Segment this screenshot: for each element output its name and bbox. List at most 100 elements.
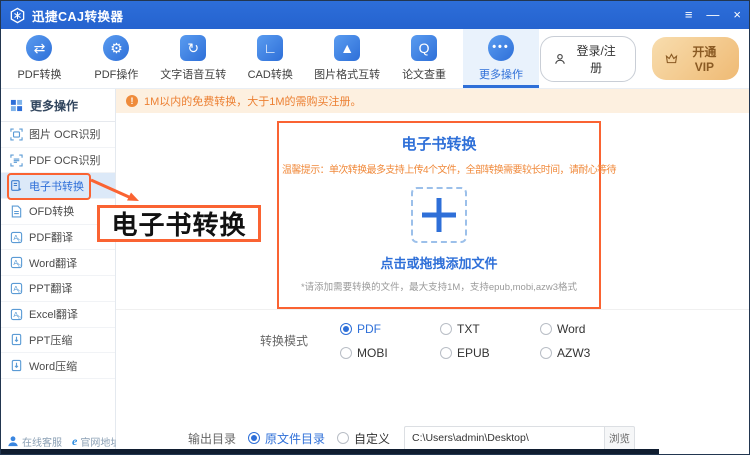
add-file-dropzone[interactable] [411, 187, 467, 243]
radio-label: EPUB [457, 346, 490, 360]
sidebar-item-word-translate[interactable]: Ab Word翻译 [1, 250, 115, 276]
toolbar-item-label: PDF操作 [94, 66, 138, 82]
radio-label: TXT [457, 322, 480, 336]
website-e-icon: e [72, 434, 77, 449]
radio-label: Word [557, 322, 585, 336]
toolbar-item-label: 图片格式互转 [314, 66, 380, 82]
radio-label: 自定义 [354, 430, 390, 447]
pdf-operations-icon: ⚙ [103, 35, 129, 61]
toolbar-item-pdf-operations[interactable]: ⚙ PDF操作 [78, 29, 155, 88]
panel-tip: 温馨提示：单次转换最多支持上传4个文件，全部转换需要较长时间，请耐心等待 [279, 161, 599, 176]
toolbar-item-pdf-convert[interactable]: ⇄ PDF转换 [1, 29, 78, 88]
titlebar: 迅捷CAJ转换器 ≡ — × [1, 1, 749, 29]
svg-text:b: b [18, 314, 21, 319]
sidebar-item-label: OFD转换 [29, 203, 74, 219]
radio-pdf[interactable]: PDF [340, 317, 440, 341]
app-logo-icon [9, 7, 26, 24]
annotation-callout: 电子书转换 [97, 205, 261, 242]
sidebar-item-label: PPT压缩 [29, 332, 72, 348]
paper-check-icon: Q [411, 35, 437, 61]
toolbar-item-text-speech[interactable]: ↻ 文字语音互转 [155, 29, 232, 88]
convert-mode-options: PDF TXT Word MOBI EPUB [340, 317, 640, 365]
radio-azw3[interactable]: AZW3 [540, 341, 640, 365]
official-website-link[interactable]: e 官网地址 [72, 434, 120, 449]
toolbar-item-more-operations[interactable]: ••• 更多操作 [463, 29, 540, 88]
ebook-convert-panel: 电子书转换 温馨提示：单次转换最多支持上传4个文件，全部转换需要较长时间，请耐心… [277, 121, 601, 309]
minimize-icon[interactable]: — [706, 7, 719, 23]
upload-hint[interactable]: 点击或拖拽添加文件 [279, 253, 599, 272]
annotation-highlight-box [7, 173, 91, 200]
compress-icon [10, 333, 23, 346]
open-vip-label: 开通VIP [683, 43, 726, 74]
sidebar-item-pdf-ocr[interactable]: PDF OCR识别 [1, 148, 115, 174]
radio-epub[interactable]: EPUB [440, 341, 540, 365]
toolbar-item-image-format[interactable]: ▲ 图片格式互转 [309, 29, 386, 88]
sidebar-item-ppt-translate[interactable]: Ab PPT翻译 [1, 276, 115, 302]
radio-custom-directory[interactable]: 自定义 [337, 430, 390, 447]
translate-icon: Ab [10, 256, 23, 269]
pdf-convert-icon: ⇄ [26, 35, 52, 61]
radio-icon [440, 347, 452, 359]
sidebar-item-label: Excel翻译 [29, 306, 78, 322]
toolbar-item-label: 文字语音互转 [160, 66, 226, 82]
sidebar-item-label: PDF翻译 [29, 229, 73, 245]
login-register-label: 登录/注册 [570, 42, 621, 76]
toolbar-item-paper-check[interactable]: Q 论文查重 [386, 29, 463, 88]
annotation-arrow-icon [87, 175, 147, 209]
sidebar-header-label: 更多操作 [30, 97, 78, 114]
radio-icon [440, 323, 452, 335]
radio-txt[interactable]: TXT [440, 317, 540, 341]
sidebar-item-excel-translate[interactable]: Ab Excel翻译 [1, 302, 115, 328]
compress-icon [10, 359, 23, 372]
ofd-doc-icon [10, 205, 23, 218]
sidebar-item-word-compress[interactable]: Word压缩 [1, 353, 115, 379]
open-vip-button[interactable]: 开通VIP [652, 37, 739, 80]
sidebar-header: 更多操作 [1, 89, 115, 122]
translate-icon: Ab [10, 231, 23, 244]
radio-icon [248, 432, 260, 444]
radio-label: PDF [357, 322, 381, 336]
warning-icon: ! [126, 95, 138, 107]
main-content: ! 1M以内的免费转换，大于1M的需购买注册。 电子书转换 温馨提示：单次转换最… [116, 89, 749, 455]
radio-mobi[interactable]: MOBI [340, 341, 440, 365]
crown-icon [665, 53, 678, 64]
official-website-label: 官网地址 [80, 434, 120, 449]
window-bottom-edge [1, 449, 659, 454]
radio-label: AZW3 [557, 346, 590, 360]
toolbar-item-cad-convert[interactable]: ∟ CAD转换 [232, 29, 309, 88]
sidebar-item-image-ocr[interactable]: 图片 OCR识别 [1, 122, 115, 148]
scan-image-icon [10, 128, 23, 141]
notice-text: 1M以内的免费转换，大于1M的需购买注册。 [144, 93, 362, 109]
svg-text:b: b [18, 237, 21, 242]
toolbar-item-label: CAD转换 [248, 66, 293, 82]
radio-icon [337, 432, 349, 444]
svg-text:b: b [18, 263, 21, 268]
translate-icon: Ab [10, 282, 23, 295]
grid-icon [10, 99, 23, 112]
menu-icon[interactable]: ≡ [685, 7, 693, 23]
browse-button[interactable]: 浏览 [604, 426, 635, 451]
toolbar-item-label: PDF转换 [17, 66, 61, 82]
radio-label: MOBI [357, 346, 388, 360]
radio-icon [340, 323, 352, 335]
sidebar-item-label: PPT翻译 [29, 280, 72, 296]
app-window: 迅捷CAJ转换器 ≡ — × ⇄ PDF转换 ⚙ PDF操作 ↻ 文字语音互转 … [0, 0, 750, 455]
radio-label: 原文件目录 [265, 430, 325, 447]
radio-icon [340, 347, 352, 359]
scan-pdf-icon [10, 154, 23, 167]
output-path-input[interactable] [404, 426, 604, 451]
toolbar-item-label: 更多操作 [479, 66, 523, 82]
online-service-link[interactable]: 在线客服 [7, 434, 62, 449]
login-register-button[interactable]: 登录/注册 [540, 36, 636, 82]
customer-service-icon [7, 435, 19, 447]
sidebar-item-label: 图片 OCR识别 [29, 126, 101, 142]
toolbar: ⇄ PDF转换 ⚙ PDF操作 ↻ 文字语音互转 ∟ CAD转换 ▲ 图片格式互… [1, 29, 749, 89]
convert-mode-label: 转换模式 [260, 317, 316, 365]
close-icon[interactable]: × [733, 7, 741, 23]
radio-original-directory[interactable]: 原文件目录 [248, 430, 325, 447]
radio-word[interactable]: Word [540, 317, 640, 341]
section-divider [116, 309, 749, 310]
sidebar-item-label: PDF OCR识别 [29, 152, 101, 168]
more-operations-icon: ••• [488, 35, 514, 61]
sidebar-item-ppt-compress[interactable]: PPT压缩 [1, 328, 115, 354]
